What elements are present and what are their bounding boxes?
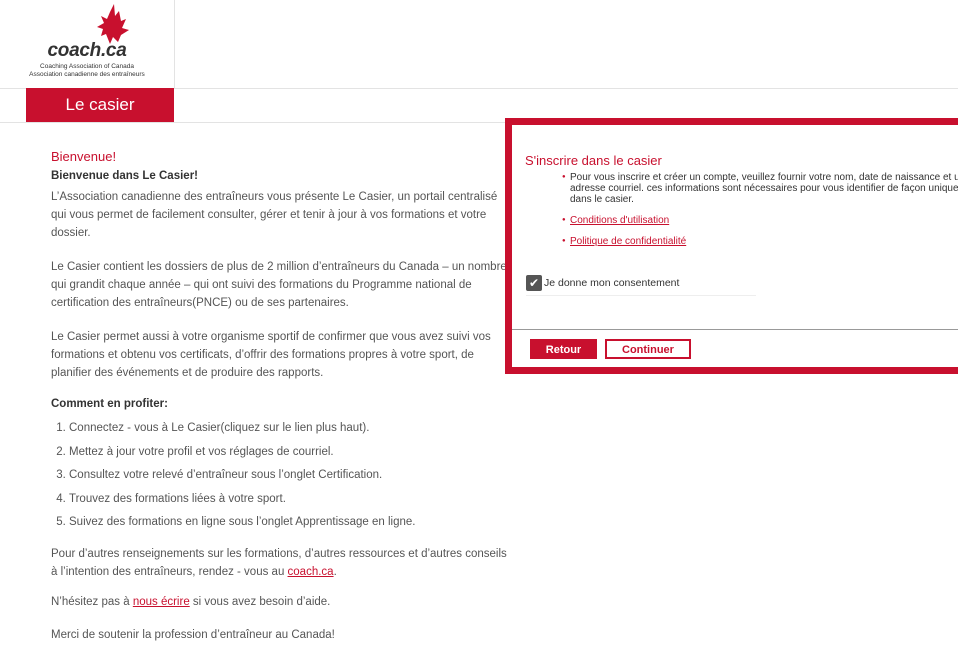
- organization-paragraph: Le Casier permet aussi à votre organisme…: [51, 331, 491, 379]
- panel-divider: [512, 329, 958, 330]
- terms-link[interactable]: Conditions d'utilisation: [570, 215, 669, 226]
- contact-us-link[interactable]: nous écrire: [133, 596, 190, 608]
- resources-text: Pour d’autres renseignements sur les for…: [51, 548, 507, 579]
- coach-ca-link[interactable]: coach.ca: [288, 566, 334, 578]
- privacy-link[interactable]: Politique de confidentialité: [570, 236, 686, 247]
- logo-subtitle-fr: Association canadienne des entraîneurs: [29, 71, 145, 78]
- steps-list: Connectez - vous à Le Casier(cliquez sur…: [51, 419, 511, 531]
- howto-title: Comment en profiter:: [51, 398, 168, 410]
- step-item: Consultez votre relevé d’entraîneur sous…: [69, 466, 511, 484]
- tab-le-casier[interactable]: Le casier: [26, 88, 174, 122]
- logo[interactable]: coach.ca Coaching Association of Canada …: [0, 0, 175, 88]
- thanks-paragraph: Merci de soutenir la profession d’entraî…: [51, 629, 335, 642]
- maple-leaf-icon: [97, 4, 129, 44]
- step-item: Mettez à jour votre profil et vos réglag…: [69, 443, 511, 461]
- help-end: si vous avez besoin d’aide.: [189, 596, 331, 609]
- header: coach.ca Coaching Association of Canada …: [0, 0, 958, 89]
- logo-subtitle-en: Coaching Association of Canada: [40, 63, 134, 70]
- intro-paragraph: L’Association canadienne des entraîneurs…: [51, 191, 498, 239]
- resources-end: .: [333, 566, 337, 579]
- welcome-title: Bienvenue!: [51, 149, 117, 164]
- privacy-item: Politique de confidentialité: [562, 236, 958, 247]
- registration-info: Pour vous inscrire et créer un compte, v…: [562, 172, 958, 205]
- continue-button[interactable]: Continuer: [605, 339, 691, 359]
- consent-checkbox[interactable]: ✔: [526, 275, 542, 291]
- panel-title: S'inscrire dans le casier: [525, 153, 662, 168]
- step-item: Connectez - vous à Le Casier(cliquez sur…: [69, 419, 511, 437]
- step-item: Trouvez des formations liées à votre spo…: [69, 490, 511, 508]
- logo-wordmark: coach.ca: [47, 40, 127, 61]
- help-paragraph: N’hésitez pas à nous écrire si vous avez…: [51, 593, 511, 611]
- terms-item: Conditions d'utilisation: [562, 215, 958, 226]
- consent-label[interactable]: Je donne mon consentement: [544, 277, 679, 289]
- resources-paragraph: Pour d’autres renseignements sur les for…: [51, 545, 511, 581]
- welcome-subtitle: Bienvenue dans Le Casier!: [51, 170, 198, 182]
- step-item: Suivez des formations en ligne sous l’on…: [69, 513, 511, 531]
- panel-info-list: Pour vous inscrire et créer un compte, v…: [562, 172, 958, 247]
- welcome-section: Bienvenue! Bienvenue dans Le Casier! L’A…: [51, 148, 511, 644]
- registration-panel: S'inscrire dans le casier Pour vous insc…: [505, 118, 958, 374]
- records-paragraph: Le Casier contient les dossiers de plus …: [51, 261, 507, 309]
- help-text: N’hésitez pas à: [51, 596, 133, 609]
- back-button[interactable]: Retour: [530, 339, 597, 359]
- consent-row: ✔ Je donne mon consentement: [526, 275, 756, 296]
